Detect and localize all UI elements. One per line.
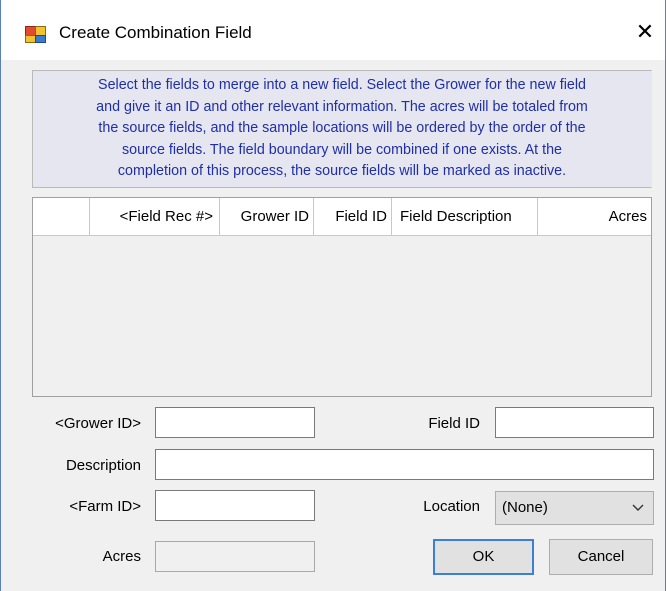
row-selector-header[interactable] [33, 198, 90, 235]
farm-id-input[interactable] [155, 490, 315, 521]
ok-button[interactable]: OK [433, 539, 534, 575]
instruction-line: completion of this process, the source f… [117, 163, 567, 179]
window-title: Create Combination Field [59, 23, 252, 42]
description-input[interactable] [155, 449, 654, 480]
field-id-label: Field ID [428, 415, 480, 432]
instruction-line: the source fields, and the sample locati… [98, 120, 586, 136]
grower-id-input[interactable] [155, 407, 315, 438]
instruction-line: Select the fields to merge into a new fi… [98, 77, 586, 93]
column-header-field-rec[interactable]: <Field Rec #> [90, 198, 220, 235]
title-bar[interactable]: Create Combination Field ✕ [1, 0, 665, 60]
acres-label: Acres [102, 548, 141, 565]
instructions-panel: Select the fields to merge into a new fi… [32, 70, 652, 188]
location-label: Location [423, 498, 480, 515]
source-fields-grid[interactable]: <Field Rec #> Grower ID Field ID Field D… [32, 197, 652, 397]
location-selected-value: (None) [502, 499, 548, 516]
acres-input [155, 541, 315, 572]
location-dropdown[interactable]: (None) [495, 491, 654, 525]
close-button[interactable]: ✕ [627, 14, 663, 50]
grower-id-label: <Grower ID> [55, 415, 141, 432]
grid-header: <Field Rec #> Grower ID Field ID Field D… [33, 198, 651, 236]
app-icon [25, 24, 47, 44]
chevron-down-icon [631, 492, 645, 536]
create-combination-field-dialog: Create Combination Field ✕ Select the fi… [0, 0, 666, 591]
field-id-input[interactable] [495, 407, 654, 438]
close-icon: ✕ [635, 19, 655, 44]
description-label: Description [65, 457, 141, 474]
farm-id-label: <Farm ID> [69, 498, 141, 515]
cancel-button[interactable]: Cancel [549, 539, 653, 575]
column-header-grower-id[interactable]: Grower ID [220, 198, 314, 235]
column-header-field-description[interactable]: Field Description [392, 198, 538, 235]
column-header-acres[interactable]: Acres [538, 198, 651, 235]
instruction-line: source fields. The field boundary will b… [121, 141, 562, 158]
instruction-line: and give it an ID and other relevant inf… [96, 98, 588, 115]
column-header-field-id[interactable]: Field ID [314, 198, 392, 235]
